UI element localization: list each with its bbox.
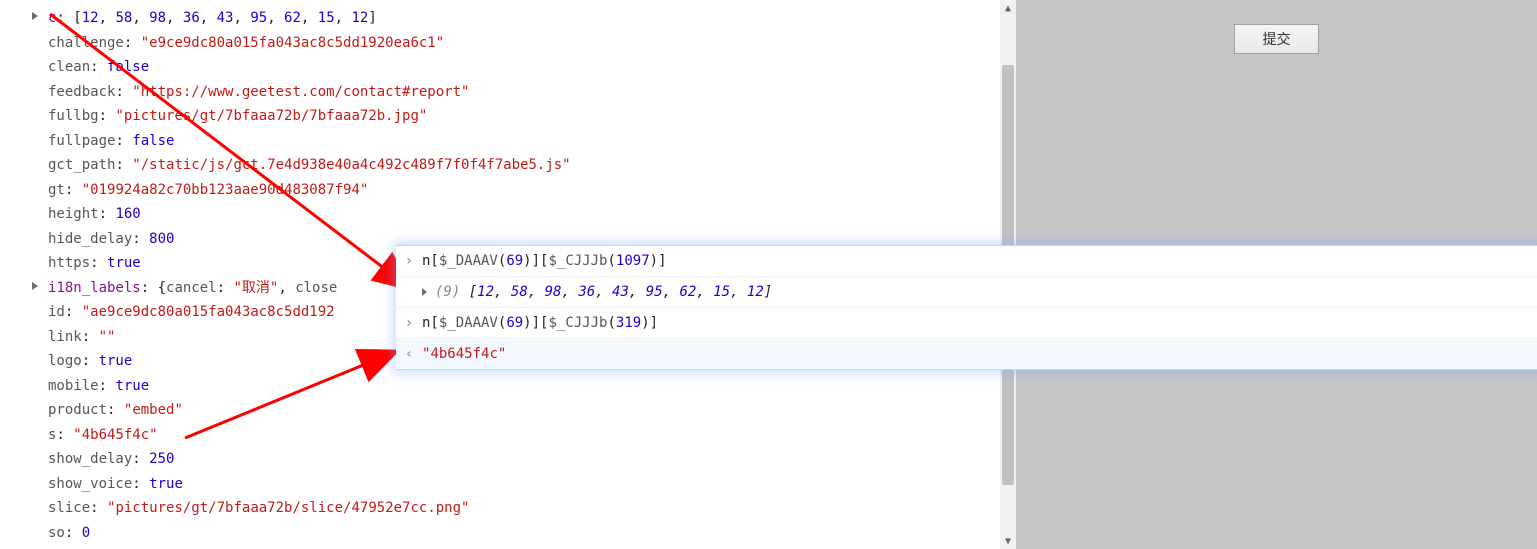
property-row-clean[interactable]: clean: false	[22, 55, 571, 80]
property-row-show-voice[interactable]: show_voice: true	[22, 472, 571, 497]
property-row-slice[interactable]: slice: "pictures/gt/7bfaaa72b/slice/4795…	[22, 496, 571, 521]
console-input-line[interactable]: › n[$_DAAAV(69)][$_CJJJb(319)]	[396, 308, 1537, 339]
console-result-icon: ‹	[402, 343, 416, 365]
property-row-height[interactable]: height: 160	[22, 202, 571, 227]
property-key: challenge	[48, 35, 124, 51]
console-result-line[interactable]: ‹ "4b645f4c"	[396, 339, 1537, 369]
scroll-down-icon[interactable]: ▼	[1000, 533, 1016, 549]
property-row-fullpage[interactable]: fullpage: false	[22, 129, 571, 154]
console-popover: › n[$_DAAAV(69)][$_CJJJb(1097)] (9) [12,…	[396, 245, 1537, 370]
property-key: product	[48, 402, 107, 418]
property-row-challenge[interactable]: challenge: "e9ce9dc80a015fa043ac8c5dd192…	[22, 31, 571, 56]
property-key: clean	[48, 59, 90, 75]
property-key: i18n_labels	[48, 280, 141, 296]
console-input-line[interactable]: › n[$_DAAAV(69)][$_CJJJb(1097)]	[396, 246, 1537, 277]
console-prompt-icon: ›	[402, 312, 416, 334]
property-row-gt[interactable]: gt: "019924a82c70bb123aae90d483087f94"	[22, 178, 571, 203]
expand-triangle-icon[interactable]	[32, 12, 38, 20]
expand-triangle-icon[interactable]	[32, 282, 38, 290]
property-key: hide_delay	[48, 231, 132, 247]
console-expression: n[$_DAAAV(69)][$_CJJJb(1097)]	[422, 250, 667, 272]
expand-triangle-icon[interactable]	[422, 288, 427, 296]
console-string-output: "4b645f4c"	[422, 343, 506, 365]
property-key: show_voice	[48, 476, 132, 492]
property-row-gct-path[interactable]: gct_path: "/static/js/gct.7e4d938e40a4c4…	[22, 153, 571, 178]
property-key: https	[48, 255, 90, 271]
property-key: slice	[48, 500, 90, 516]
property-key: logo	[48, 353, 82, 369]
property-row-so[interactable]: so: 0	[22, 521, 571, 546]
property-key: fullpage	[48, 133, 115, 149]
console-output-line[interactable]: (9) [12, 58, 98, 36, 43, 95, 62, 15, 12]	[396, 277, 1537, 308]
console-expression: n[$_DAAAV(69)][$_CJJJb(319)]	[422, 312, 658, 334]
property-key: show_delay	[48, 451, 132, 467]
property-row-fullbg[interactable]: fullbg: "pictures/gt/7bfaaa72b/7bfaaa72b…	[22, 104, 571, 129]
submit-button[interactable]: 提交	[1234, 24, 1319, 54]
property-key: gt	[48, 182, 65, 198]
property-key: fullbg	[48, 108, 99, 124]
console-prompt-icon: ›	[402, 250, 416, 272]
property-key: height	[48, 206, 99, 222]
property-row-s[interactable]: s: "4b645f4c"	[22, 423, 571, 448]
scroll-up-icon[interactable]: ▲	[1000, 0, 1016, 16]
property-row-feedback[interactable]: feedback: "https://www.geetest.com/conta…	[22, 80, 571, 105]
property-row-mobile[interactable]: mobile: true	[22, 374, 571, 399]
property-row-product[interactable]: product: "embed"	[22, 398, 571, 423]
console-array-output: (9) [12, 58, 98, 36, 43, 95, 62, 15, 12]	[435, 281, 772, 303]
property-row-show-delay[interactable]: show_delay: 250	[22, 447, 571, 472]
property-key: so	[48, 525, 65, 541]
property-key: gct_path	[48, 157, 115, 173]
submit-button-label: 提交	[1263, 29, 1291, 49]
property-row-c[interactable]: c: [12, 58, 98, 36, 43, 95, 62, 15, 12]	[22, 6, 571, 31]
property-key: link	[48, 329, 82, 345]
property-key: mobile	[48, 378, 99, 394]
property-key: id	[48, 304, 65, 320]
property-key: feedback	[48, 84, 115, 100]
console-output-icon	[402, 281, 416, 303]
